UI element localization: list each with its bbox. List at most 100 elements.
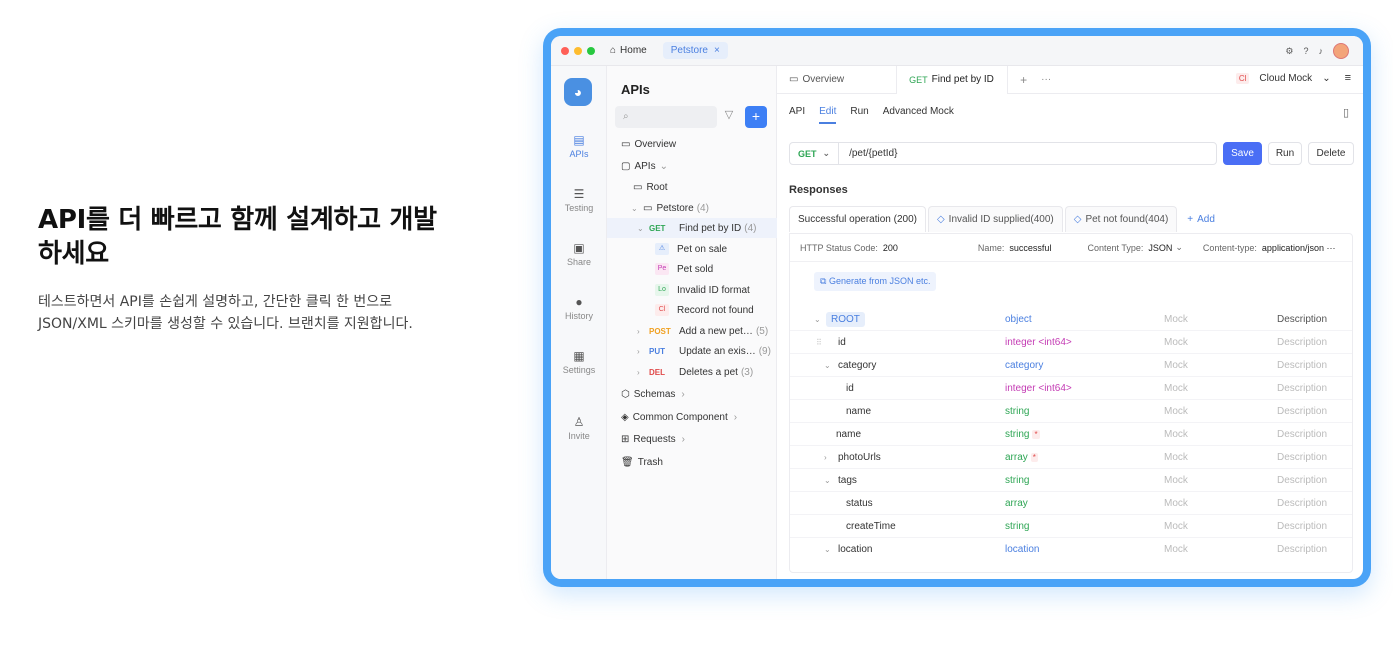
drag-handle-icon[interactable]: ⠿ (816, 338, 824, 347)
path-input[interactable]: /pet/{petId} (839, 148, 897, 159)
tree-search-input[interactable]: ⌕ (615, 106, 717, 128)
bell-icon[interactable]: ♪ (1319, 46, 1324, 56)
delete-button[interactable]: Delete (1308, 142, 1354, 165)
tab-edit[interactable]: Edit (819, 106, 837, 124)
schema-row[interactable]: ⌄ category category Mock Description (790, 354, 1352, 377)
schema-row[interactable]: › photoUrls array * Mock Description (790, 446, 1352, 469)
new-tab-button[interactable]: + (1008, 66, 1039, 94)
schema-field-type[interactable]: string (1005, 429, 1029, 440)
tree-item-invalid-id[interactable]: Lo Invalid ID format (607, 280, 777, 300)
schema-row[interactable]: name string Mock Description (790, 400, 1352, 423)
schema-row[interactable]: id integer <int64> Mock Description (790, 377, 1352, 400)
rail-item-history[interactable]: ● History (551, 296, 607, 321)
response-tab-200[interactable]: Successful operation (200) (789, 206, 926, 232)
schema-field-description[interactable]: Description (1277, 544, 1327, 555)
schema-field-mock[interactable]: Mock (1164, 498, 1188, 509)
tree-item-common-component[interactable]: ◈ Common Component › (607, 407, 777, 427)
schema-field-mock[interactable]: Mock (1164, 452, 1188, 463)
panel-toggle-icon[interactable]: ▯ (1343, 106, 1349, 119)
schema-field-type[interactable]: location (1005, 544, 1039, 555)
save-button[interactable]: Save (1223, 142, 1262, 165)
method-select[interactable]: GET ⌄ (790, 143, 840, 164)
response-tab-404[interactable]: ◇ Pet not found(404) (1064, 206, 1178, 232)
add-button[interactable]: + (745, 106, 767, 128)
tab-api[interactable]: API (789, 106, 805, 124)
schema-row[interactable]: ⌄ location location Mock Description (790, 538, 1352, 561)
schema-field-description[interactable]: Description (1277, 429, 1327, 440)
tree-item-requests[interactable]: ⊞ Requests › (607, 429, 777, 449)
schema-field-description[interactable]: Description (1277, 475, 1327, 486)
tree-item-find-pet[interactable]: ⌄ GET Find pet by ID (4) (607, 218, 777, 238)
tree-item-overview[interactable]: ▭ Overview (607, 134, 777, 154)
required-icon[interactable]: * (1032, 429, 1040, 439)
status-code-value[interactable]: 200 (883, 243, 898, 253)
schema-field-mock[interactable]: Mock (1164, 337, 1188, 348)
schema-field-mock[interactable]: Mock (1164, 360, 1188, 371)
tab-overview[interactable]: ▭ Overview (777, 66, 856, 94)
schema-field-mock[interactable]: Mock (1164, 521, 1188, 532)
schema-field-mock[interactable]: Mock (1164, 544, 1188, 555)
schema-row[interactable]: createTime string Mock Description (790, 515, 1352, 538)
tree-item-apis[interactable]: ▢ APIs ⌄ (607, 156, 777, 176)
schema-field-mock[interactable]: Mock (1164, 475, 1188, 486)
tree-item-root[interactable]: ▭ Root (607, 177, 777, 197)
tree-item-pet-on-sale[interactable]: ⚠ Pet on sale (607, 239, 777, 259)
rail-item-apis[interactable]: ▤ APIs (551, 134, 607, 159)
tree-item-delete-pet[interactable]: › DEL Deletes a pet (3) (607, 362, 777, 382)
schema-field-description[interactable]: Description (1277, 360, 1327, 371)
schema-field-type[interactable]: string (1005, 406, 1029, 417)
more-icon[interactable]: ··· (1039, 66, 1053, 94)
content-type-header-value[interactable]: application/json ··· (1262, 243, 1336, 253)
schema-field-description[interactable]: Description (1277, 383, 1327, 394)
schema-field-type[interactable]: integer <int64> (1005, 337, 1072, 348)
tree-item-pet-sold[interactable]: Pe Pet sold (607, 259, 777, 279)
schema-field-type[interactable]: integer <int64> (1005, 383, 1072, 394)
schema-field-description[interactable]: Description (1277, 314, 1327, 325)
required-icon[interactable]: * (1030, 452, 1038, 462)
tree-item-schemas[interactable]: ⬡ Schemas › (607, 384, 777, 404)
tab-find-pet[interactable]: GET Find pet by ID (896, 65, 1009, 94)
menu-icon[interactable]: ≡ (1345, 72, 1351, 84)
tree-item-update-pet[interactable]: › PUT Update an exis… (9) (607, 341, 777, 361)
close-icon[interactable]: × (714, 45, 720, 56)
tab-advanced-mock[interactable]: Advanced Mock (883, 106, 954, 124)
schema-row[interactable]: ⌄ ROOT object Mock Description (790, 308, 1352, 331)
tab-run[interactable]: Run (850, 106, 868, 124)
response-tab-400[interactable]: ◇ Invalid ID supplied(400) (927, 206, 1063, 232)
schema-field-mock[interactable]: Mock (1164, 314, 1188, 325)
maximize-dot[interactable] (587, 46, 595, 55)
content-type-select[interactable]: JSON (1148, 243, 1172, 253)
tree-item-petstore[interactable]: ⌄ ▭ Petstore (4) (607, 198, 777, 218)
schema-field-type[interactable]: array (1005, 498, 1028, 509)
schema-row[interactable]: status array Mock Description (790, 492, 1352, 515)
schema-field-type[interactable]: string (1005, 521, 1029, 532)
add-response-button[interactable]: + Add (1179, 206, 1223, 232)
run-button[interactable]: Run (1268, 142, 1302, 165)
schema-row[interactable]: ⌄ tags string Mock Description (790, 469, 1352, 492)
filter-icon[interactable]: ▽ (721, 108, 737, 126)
schema-field-type[interactable]: string (1005, 475, 1029, 486)
tree-item-trash[interactable]: 🗑 Trash (607, 452, 777, 472)
schema-field-mock[interactable]: Mock (1164, 429, 1188, 440)
name-value[interactable]: successful (1009, 243, 1051, 253)
gear-icon[interactable]: ⚙ (1285, 46, 1293, 57)
rail-item-share[interactable]: ▣ Share (551, 242, 607, 267)
help-icon[interactable]: ? (1303, 46, 1308, 56)
schema-field-description[interactable]: Description (1277, 406, 1327, 417)
home-tab[interactable]: ⌂ Home (610, 45, 647, 56)
schema-field-description[interactable]: Description (1277, 452, 1327, 463)
schema-field-type[interactable]: array (1005, 452, 1028, 463)
schema-row[interactable]: name string * Mock Description (790, 423, 1352, 446)
tree-item-add-pet[interactable]: › POST Add a new pet… (5) (607, 321, 777, 341)
generate-from-json-button[interactable]: ⧉ Generate from JSON etc. (814, 272, 937, 291)
schema-field-mock[interactable]: Mock (1164, 406, 1188, 417)
schema-field-description[interactable]: Description (1277, 498, 1327, 509)
project-tab-petstore[interactable]: Petstore × (662, 42, 728, 59)
schema-field-description[interactable]: Description (1277, 521, 1327, 532)
schema-field-type[interactable]: object (1005, 314, 1032, 325)
avatar[interactable] (1333, 43, 1349, 59)
close-dot[interactable] (561, 46, 569, 55)
schema-field-mock[interactable]: Mock (1164, 383, 1188, 394)
rail-item-invite[interactable]: ♙ Invite (551, 416, 607, 441)
schema-row[interactable]: ⠿ id integer <int64> Mock Description (790, 331, 1352, 354)
